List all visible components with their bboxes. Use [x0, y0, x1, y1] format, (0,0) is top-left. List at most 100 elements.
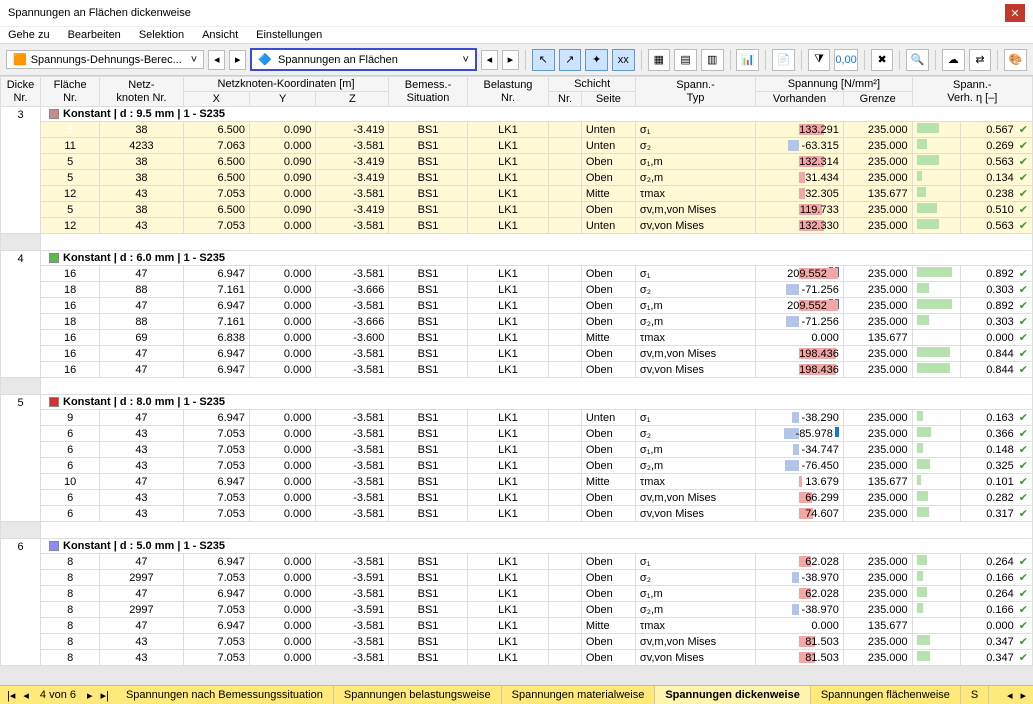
view-dropdown-label: Spannungen an Flächen	[278, 54, 398, 66]
data-table: DickeNr. FlächeNr. Netz-knoten Nr. Netzk…	[0, 76, 1033, 666]
table-row[interactable]: 5386.5000.090-3.419BS1LK1Obenσv,m,von Mi…	[1, 202, 1033, 218]
first-page-button[interactable]: |◂	[4, 687, 18, 704]
col-y[interactable]: Y	[250, 92, 316, 107]
table-row[interactable]: 16696.8380.000-3.600BS1LK1Mitteτmax0.000…	[1, 330, 1033, 346]
data-table-wrap: DickeNr. FlächeNr. Netz-knoten Nr. Netzk…	[0, 76, 1033, 685]
table-row[interactable]: 8476.9470.000-3.581BS1LK1Obenσ₁62.028235…	[1, 554, 1033, 570]
clear-button[interactable]: ✖	[871, 49, 894, 71]
export-button[interactable]: 📄	[772, 49, 795, 71]
col-schicht-nr[interactable]: Nr.	[549, 92, 582, 107]
table-row[interactable]: 12437.0530.000-3.581BS1LK1Untenσv,von Mi…	[1, 218, 1033, 234]
table-button-2[interactable]: ▤	[674, 49, 697, 71]
group-header[interactable]: Konstant | d : 8.0 mm | 1 - S235	[41, 395, 1033, 410]
table-row[interactable]: 16476.9470.000-3.581BS1LK1Obenσv,m,von M…	[1, 346, 1033, 362]
chart-button[interactable]: 📊	[736, 49, 759, 71]
table-row[interactable]: 1142337.0630.000-3.581BS1LK1Untenσ₂-63.3…	[1, 138, 1033, 154]
dicke-cell[interactable]: 5	[1, 395, 41, 522]
table-row[interactable]: 6437.0530.000-3.581BS1LK1Obenσ₁,m-34.747…	[1, 442, 1033, 458]
next-module-button[interactable]: ▸	[229, 50, 246, 70]
footer-tab[interactable]: Spannungen materialweise	[502, 686, 656, 704]
scroll-right-button[interactable]: ▸	[1017, 687, 1029, 704]
table-row[interactable]: 10476.9470.000-3.581BS1LK1Mitteτmax13.67…	[1, 474, 1033, 490]
close-button[interactable]: ✕	[1005, 4, 1025, 22]
prev-view-button[interactable]: ◂	[481, 50, 498, 70]
group-header[interactable]: Konstant | d : 9.5 mm | 1 - S235	[41, 107, 1033, 122]
swap-button[interactable]: ⇄	[969, 49, 992, 71]
col-schicht[interactable]: Schicht	[549, 77, 636, 92]
table-button-1[interactable]: ▦	[648, 49, 671, 71]
table-row[interactable]: 16476.9470.000-3.581BS1LK1Obenσv,von Mis…	[1, 362, 1033, 378]
col-belast[interactable]: BelastungNr.	[467, 77, 549, 107]
search-button[interactable]: 🔍	[906, 49, 929, 71]
menu-bar: Gehe zu Bearbeiten Selektion Ansicht Einstel…	[0, 27, 1033, 43]
table-row[interactable]: 5386.5000.090-3.419BS1LK1Untenσ₁133.2912…	[1, 122, 1033, 138]
table-row[interactable]: 18887.1610.000-3.666BS1LK1Obenσ₂,m-71.25…	[1, 314, 1033, 330]
chevron-down-icon: ˅	[191, 54, 197, 66]
menu-gehe zu[interactable]: Gehe zu	[8, 29, 50, 41]
col-seite[interactable]: Seite	[581, 92, 635, 107]
table-row[interactable]: 829977.0530.000-3.591BS1LK1Obenσ₂-38.970…	[1, 570, 1033, 586]
next-view-button[interactable]: ▸	[502, 50, 519, 70]
dicke-cell[interactable]: 4	[1, 251, 41, 378]
footer-tab[interactable]: S	[961, 686, 989, 704]
table-row[interactable]: 8437.0530.000-3.581BS1LK1Obenσv,von Mise…	[1, 650, 1033, 666]
footer-tab[interactable]: Spannungen nach Bemessungssituation	[116, 686, 334, 704]
color-button[interactable]: 🎨	[1004, 49, 1027, 71]
table-row[interactable]: 829977.0530.000-3.591BS1LK1Obenσ₂,m-38.9…	[1, 602, 1033, 618]
table-row[interactable]: 9476.9470.000-3.581BS1LK1Untenσ₁-38.2902…	[1, 410, 1033, 426]
next-page-button[interactable]: ▸	[84, 687, 96, 704]
filter-cursor-button[interactable]: ↗	[559, 49, 582, 71]
view-dropdown[interactable]: 🔷 Spannungen an Flächen ˅	[250, 48, 477, 71]
last-page-button[interactable]: ▸|	[98, 687, 112, 704]
dicke-cell[interactable]: 3	[1, 107, 41, 234]
col-koord[interactable]: Netzknoten-Koordinaten [m]	[183, 77, 389, 92]
footer-tab[interactable]: Spannungen belastungsweise	[334, 686, 502, 704]
table-row[interactable]: 16476.9470.000-3.581BS1LK1Obenσ₁,m209.55…	[1, 298, 1033, 314]
menu-selektion[interactable]: Selektion	[139, 29, 184, 41]
table-row[interactable]: 18887.1610.000-3.666BS1LK1Obenσ₂-71.2562…	[1, 282, 1033, 298]
table-row[interactable]: 16476.9470.000-3.581BS1LK1Obenσ₁209.5522…	[1, 266, 1033, 282]
table-row[interactable]: 6437.0530.000-3.581BS1LK1Obenσv,m,von Mi…	[1, 490, 1033, 506]
dicke-cell[interactable]: 6	[1, 539, 41, 666]
col-netz[interactable]: Netz-knoten Nr.	[100, 77, 183, 107]
funnel-button[interactable]: ⧩	[808, 49, 831, 71]
table-row[interactable]: 6437.0530.000-3.581BS1LK1Obenσ₂-85.97823…	[1, 426, 1033, 442]
col-grenze[interactable]: Grenze	[843, 92, 912, 107]
col-verh[interactable]: Spann.-Verh. η [–]	[912, 77, 1032, 107]
table-row[interactable]: 6437.0530.000-3.581BS1LK1Obenσ₂,m-76.450…	[1, 458, 1033, 474]
axes-button[interactable]: ✦	[585, 49, 608, 71]
prev-module-button[interactable]: ◂	[208, 50, 225, 70]
table-row[interactable]: 8437.0530.000-3.581BS1LK1Obenσv,m,von Mi…	[1, 634, 1033, 650]
col-vorh[interactable]: Vorhanden	[756, 92, 844, 107]
table-row[interactable]: 12437.0530.000-3.581BS1LK1Mitteτmax32.30…	[1, 186, 1033, 202]
scroll-left-button[interactable]: ◂	[1004, 687, 1016, 704]
col-spann[interactable]: Spannung [N/mm²]	[756, 77, 912, 92]
col-bemess[interactable]: Bemess.-Situation	[389, 77, 467, 107]
table-row[interactable]: 6437.0530.000-3.581BS1LK1Obenσv,von Mise…	[1, 506, 1033, 522]
decimals-button[interactable]: 0,00	[834, 49, 857, 71]
footer-tab[interactable]: Spannungen dickenweise	[655, 686, 810, 704]
label-button[interactable]: xx	[612, 49, 635, 71]
cloud-button[interactable]: ☁	[942, 49, 965, 71]
footer: |◂ ◂ 4 von 6 ▸ ▸| Spannungen nach Bemess…	[0, 685, 1033, 704]
col-flaeche[interactable]: FlächeNr.	[41, 77, 100, 107]
filter-arrow-button[interactable]: ↖	[532, 49, 555, 71]
menu-einstellungen[interactable]: Einstellungen	[256, 29, 322, 41]
footer-tab[interactable]: Spannungen flächenweise	[811, 686, 961, 704]
table-row[interactable]: 8476.9470.000-3.581BS1LK1Mitteτmax0.0001…	[1, 618, 1033, 634]
col-dicke[interactable]: DickeNr.	[1, 77, 41, 107]
table-row[interactable]: 5386.5000.090-3.419BS1LK1Obenσ₂,m31.4342…	[1, 170, 1033, 186]
title-bar: Spannungen an Flächen dickenweise ✕	[0, 0, 1033, 27]
col-z[interactable]: Z	[316, 92, 389, 107]
prev-page-button[interactable]: ◂	[20, 687, 32, 704]
module-dropdown[interactable]: 🟧 Spannungs-Dehnungs-Berec... ˅	[6, 50, 204, 69]
col-x[interactable]: X	[183, 92, 249, 107]
group-header[interactable]: Konstant | d : 6.0 mm | 1 - S235	[41, 251, 1033, 266]
group-header[interactable]: Konstant | d : 5.0 mm | 1 - S235	[41, 539, 1033, 554]
table-button-3[interactable]: ▥	[701, 49, 724, 71]
menu-ansicht[interactable]: Ansicht	[202, 29, 238, 41]
table-row[interactable]: 8476.9470.000-3.581BS1LK1Obenσ₁,m62.0282…	[1, 586, 1033, 602]
menu-bearbeiten[interactable]: Bearbeiten	[68, 29, 121, 41]
col-spanntyp[interactable]: Spann.-Typ	[635, 77, 755, 107]
table-row[interactable]: 5386.5000.090-3.419BS1LK1Obenσ₁,m132.314…	[1, 154, 1033, 170]
